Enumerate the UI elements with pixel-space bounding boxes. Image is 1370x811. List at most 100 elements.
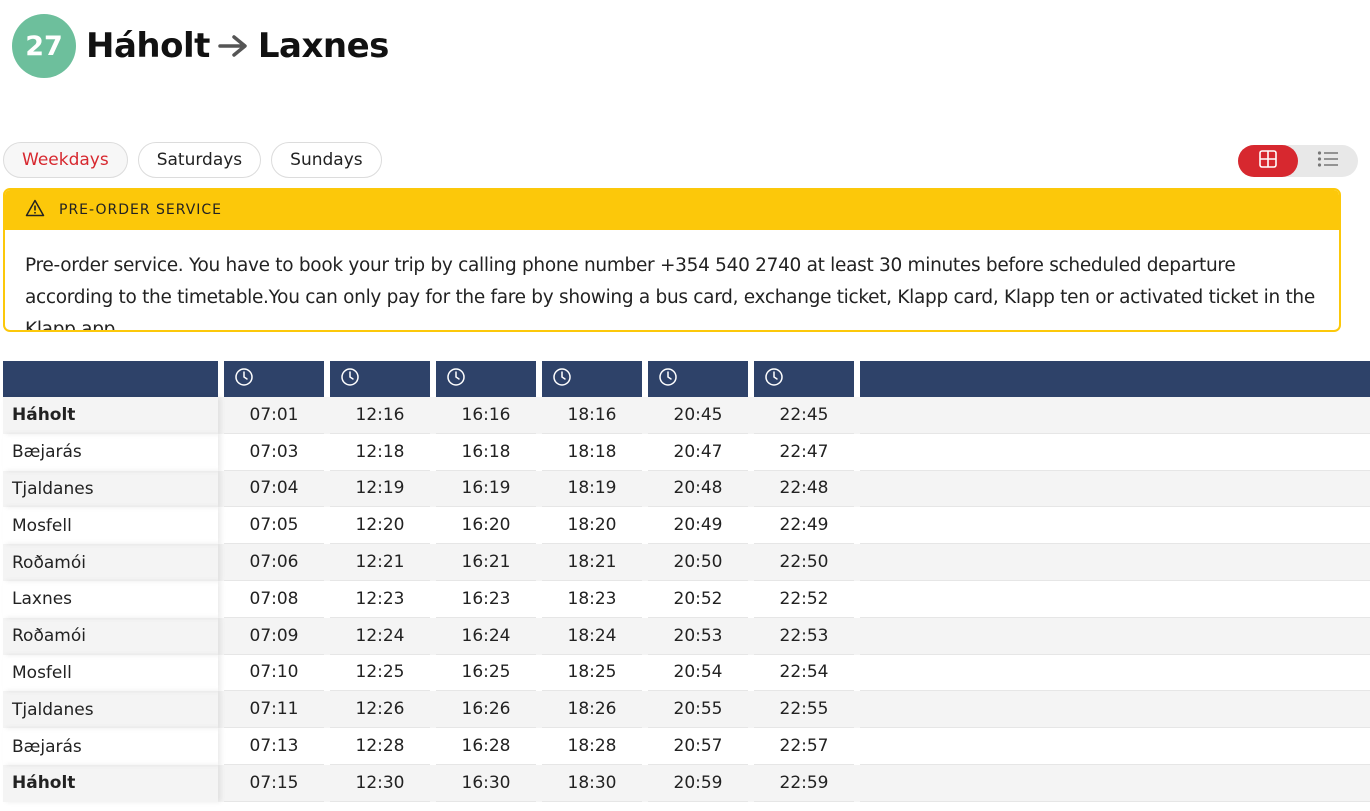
stop-name: Roðamói: [3, 618, 218, 655]
table-row: Roðamói 07:06 12:21 16:21 18:21 20:50 22:50: [3, 544, 1370, 581]
departure-time: 07:06: [224, 544, 324, 581]
departure-time: 07:15: [224, 765, 324, 802]
tab-saturdays[interactable]: Saturdays: [137, 142, 262, 178]
clock-icon: [764, 367, 784, 391]
departure-column-header: [436, 361, 536, 397]
stop-name: Háholt: [3, 765, 218, 802]
grid-icon: [1259, 150, 1277, 172]
departure-time: 07:09: [224, 618, 324, 655]
departure-time: 07:04: [224, 471, 324, 508]
departure-column-header: [224, 361, 324, 397]
departure-time: 12:28: [330, 728, 430, 765]
departure-time: 22:49: [754, 507, 854, 545]
departure-time: 16:19: [436, 471, 536, 508]
row-filler: [860, 507, 1370, 545]
tab-weekdays[interactable]: Weekdays: [3, 142, 128, 178]
departure-time: 20:54: [648, 655, 748, 692]
departure-time: 20:59: [648, 765, 748, 802]
notice-title: PRE-ORDER SERVICE: [59, 202, 223, 218]
departure-time: 07:05: [224, 507, 324, 545]
departure-time: 16:26: [436, 691, 536, 729]
departure-time: 12:30: [330, 765, 430, 802]
timetable-header: [3, 361, 1370, 397]
departure-time: 22:54: [754, 655, 854, 692]
row-filler: [860, 728, 1370, 765]
departure-time: 16:23: [436, 581, 536, 618]
departure-time: 20:47: [648, 434, 748, 471]
departure-time: 22:59: [754, 765, 854, 802]
row-filler: [860, 765, 1370, 802]
departure-time: 20:49: [648, 507, 748, 545]
departure-time: 22:57: [754, 728, 854, 765]
table-row: Háholt 07:01 12:16 16:16 18:16 20:45 22:45: [3, 397, 1370, 434]
departure-time: 07:03: [224, 434, 324, 471]
view-toggle: [1238, 145, 1358, 177]
header-filler: [860, 361, 1370, 397]
departure-time: 07:10: [224, 655, 324, 692]
route-title: Háholt Laxnes: [86, 26, 389, 66]
departure-time: 18:21: [542, 544, 642, 581]
table-row: Mosfell 07:05 12:20 16:20 18:20 20:49 22:49: [3, 507, 1370, 545]
departure-time: 16:25: [436, 655, 536, 692]
departure-time: 12:24: [330, 618, 430, 655]
list-view-button[interactable]: [1298, 145, 1358, 177]
departure-time: 07:08: [224, 581, 324, 618]
table-row: Laxnes 07:08 12:23 16:23 18:23 20:52 22:52: [3, 580, 1370, 618]
departure-time: 20:57: [648, 728, 748, 765]
route-number-badge: 27: [12, 14, 76, 78]
departure-time: 20:45: [648, 397, 748, 434]
route-origin: Háholt: [86, 26, 210, 66]
notice-body: Pre-order service. You have to book your…: [25, 255, 1315, 332]
departure-time: 18:24: [542, 618, 642, 655]
departure-time: 18:28: [542, 728, 642, 765]
row-filler: [860, 397, 1370, 434]
departure-time: 12:26: [330, 691, 430, 729]
departure-time: 16:18: [436, 434, 536, 471]
row-filler: [860, 691, 1370, 729]
stop-name: Mosfell: [3, 507, 218, 544]
notice-header: PRE-ORDER SERVICE: [5, 190, 1339, 230]
route-header: 27 Háholt Laxnes: [12, 14, 389, 78]
table-row: Tjaldanes 07:11 12:26 16:26 18:26 20:55 22:55: [3, 691, 1370, 729]
departure-time: 20:50: [648, 544, 748, 581]
departure-time: 18:18: [542, 434, 642, 471]
departure-time: 12:20: [330, 507, 430, 545]
clock-icon: [340, 367, 360, 391]
timetable: Háholt 07:01 12:16 16:16 18:16 20:45 22:45 Bæja…: [3, 361, 1370, 802]
stop-name: Mosfell: [3, 655, 218, 692]
grid-view-button[interactable]: [1238, 145, 1298, 177]
stop-name: Roðamói: [3, 544, 218, 581]
table-row: Mosfell 07:10 12:25 16:25 18:25 20:54 22:54: [3, 654, 1370, 692]
departure-time: 22:48: [754, 471, 854, 508]
departure-column-header: [754, 361, 854, 397]
day-tabs: Weekdays Saturdays Sundays: [3, 142, 382, 178]
stop-column-header: [3, 361, 218, 397]
row-filler: [860, 544, 1370, 581]
departure-time: 16:16: [436, 397, 536, 434]
departure-column-header: [330, 361, 430, 397]
departure-time: 12:21: [330, 544, 430, 581]
arrow-right-icon: [218, 34, 250, 58]
row-filler: [860, 471, 1370, 508]
departure-time: 16:30: [436, 765, 536, 802]
departure-time: 12:16: [330, 397, 430, 434]
table-row: Roðamói 07:09 12:24 16:24 18:24 20:53 22:53: [3, 617, 1370, 655]
departure-time: 07:01: [224, 397, 324, 434]
clock-icon: [552, 367, 572, 391]
departure-time: 18:19: [542, 471, 642, 508]
departure-time: 18:16: [542, 397, 642, 434]
list-icon: [1317, 150, 1339, 172]
departure-time: 20:53: [648, 618, 748, 655]
departure-time: 18:23: [542, 581, 642, 618]
departure-column-header: [542, 361, 642, 397]
stop-name: Laxnes: [3, 581, 218, 618]
row-filler: [860, 618, 1370, 655]
departure-time: 12:25: [330, 655, 430, 692]
tab-sundays[interactable]: Sundays: [271, 142, 382, 178]
row-filler: [860, 581, 1370, 618]
stop-name: Bæjarás: [3, 434, 218, 471]
table-row: Tjaldanes 07:04 12:19 16:19 18:19 20:48 22:48: [3, 470, 1370, 508]
clock-icon: [234, 367, 254, 391]
clock-icon: [658, 367, 678, 391]
stop-name: Bæjarás: [3, 728, 218, 765]
